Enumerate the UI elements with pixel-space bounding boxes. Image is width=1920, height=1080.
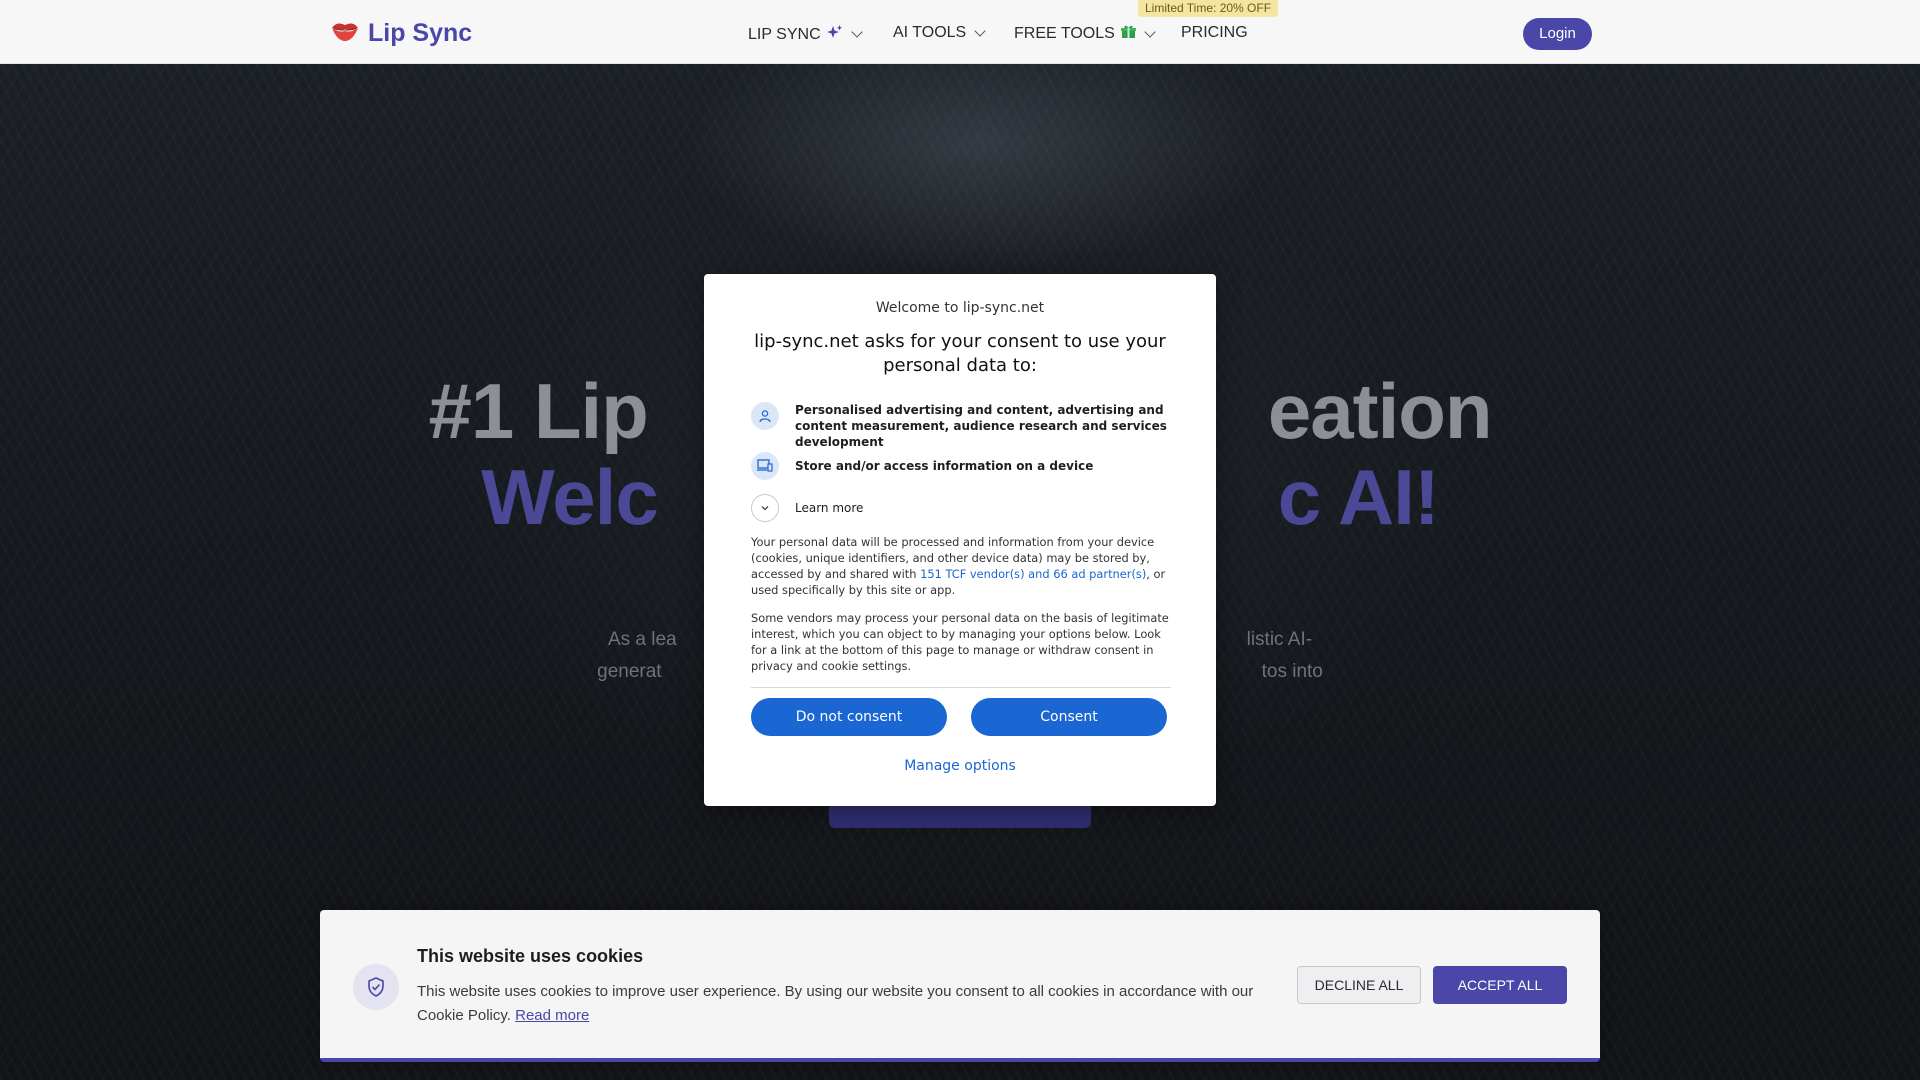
consent-purpose-advertising: Personalised advertising and content, ad… — [751, 402, 1171, 450]
hero-desc-left: As a lea — [607, 629, 677, 650]
learn-more-label: Learn more — [795, 501, 864, 515]
hero-subheadline-left: Welc — [481, 453, 659, 541]
hero-subheadline-right: c AI! — [1277, 453, 1440, 541]
manage-options-link[interactable]: Manage options — [704, 758, 1216, 774]
chevron-down-icon — [974, 24, 986, 37]
chevron-down-icon — [1144, 25, 1156, 38]
accept-all-button[interactable]: ACCEPT ALL — [1433, 966, 1567, 1004]
hero-desc-right: tos into — [1261, 661, 1323, 682]
brand-logo[interactable]: Lip Sync — [330, 16, 472, 51]
hero-desc-right: listic AI- — [1246, 629, 1313, 650]
consent-purpose-text: Personalised advertising and content, ad… — [795, 403, 1167, 449]
cookie-banner-title: This website uses cookies — [417, 946, 644, 966]
hero-headline-left: #1 Lip — [428, 367, 648, 455]
promo-badge: Limited Time: 20% OFF — [1138, 0, 1279, 17]
gift-icon — [1120, 24, 1136, 44]
chevron-down-icon — [850, 26, 863, 38]
hero-headline-right: eation — [1267, 367, 1493, 455]
person-icon — [751, 402, 779, 430]
consent-paragraph-2: Some vendors may process your personal d… — [751, 611, 1169, 673]
shield-icon — [353, 964, 399, 1010]
consent-purpose-device: Store and/or access information on a dev… — [751, 452, 1093, 480]
consent-purpose-text: Store and/or access information on a dev… — [795, 459, 1094, 473]
nav-ai-tools-label: AI TOOLS — [893, 24, 967, 41]
nav-pricing-label: PRICING — [1181, 24, 1248, 41]
decline-all-button[interactable]: DECLINE ALL — [1297, 966, 1421, 1004]
nav-lip-sync[interactable]: LIP SYNC — [748, 24, 863, 45]
consent-welcome: Welcome to lip-sync.net — [875, 300, 1045, 316]
login-button[interactable]: Login — [1523, 18, 1592, 50]
vendors-link[interactable]: 151 TCF vendor(s) and 66 ad partner(s) — [920, 567, 1146, 581]
consent-paragraph-1: Your personal data will be processed and… — [751, 534, 1171, 598]
lips-icon — [330, 16, 360, 51]
hero-desc-left: generat — [597, 661, 662, 682]
cookie-banner: This website uses cookies This website u… — [320, 910, 1600, 1062]
nav-pricing[interactable]: PRICING — [1181, 24, 1248, 42]
brand-name: Lip Sync — [368, 19, 473, 47]
sparkle-icon — [826, 24, 843, 45]
do-not-consent-button[interactable]: Do not consent — [751, 698, 947, 736]
top-navbar: Lip Sync LIP SYNC AI TOOLS FREE TOOLS Li… — [0, 0, 1920, 64]
cookie-banner-text: This website uses cookies to improve use… — [417, 980, 1277, 1028]
consent-title: lip-sync.net asks for your consent to us… — [754, 331, 1166, 376]
chevron-down-icon — [751, 494, 779, 522]
nav-free-tools[interactable]: FREE TOOLS — [1014, 24, 1156, 44]
nav-free-tools-label: FREE TOOLS — [1014, 25, 1115, 42]
learn-more-toggle[interactable]: Learn more — [751, 494, 863, 522]
divider — [751, 687, 1171, 688]
nav-ai-tools[interactable]: AI TOOLS — [893, 24, 986, 42]
consent-button[interactable]: Consent — [971, 698, 1167, 736]
read-more-link[interactable]: Read more — [515, 1007, 589, 1024]
nav-lip-sync-label: LIP SYNC — [748, 25, 821, 43]
consent-dialog: Welcome to lip-sync.net lip-sync.net ask… — [704, 274, 1216, 806]
device-icon — [751, 452, 779, 480]
